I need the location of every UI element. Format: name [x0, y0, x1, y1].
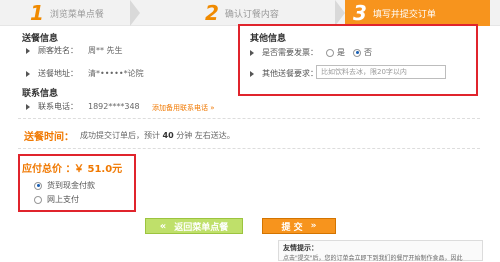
other-requirement-label: 其他送餐要求：	[262, 69, 318, 78]
contact-phone-row: 联系电话： 1892****348	[26, 101, 140, 112]
contact-phone-value: 1892****348	[88, 102, 140, 111]
step-2-number: 2	[205, 1, 219, 25]
section-divider	[18, 118, 480, 119]
step-chevron-icon	[335, 0, 345, 26]
pay-cash-label[interactable]: 货到现金付款	[47, 180, 95, 191]
pay-online-label[interactable]: 网上支付	[47, 194, 79, 205]
bullet-icon	[26, 70, 30, 77]
pay-cash-radio[interactable]	[34, 181, 42, 190]
customer-name-label: 顾客姓名：	[38, 46, 78, 55]
bullet-icon	[250, 49, 254, 56]
customer-name-row: 顾客姓名： 周** 先生	[26, 45, 123, 56]
double-chevron-left-icon: «	[159, 220, 167, 232]
bullet-icon	[26, 103, 30, 110]
customer-name-value: 周** 先生	[88, 46, 123, 55]
invoice-yes-label[interactable]: 是	[337, 47, 345, 58]
delivery-time-after: 分钟 左右送达。	[176, 131, 235, 140]
bullet-icon	[26, 47, 30, 54]
step-3-active: 3 填写并提交订单	[345, 0, 490, 26]
delivery-time-title: 送餐时间：	[24, 132, 74, 143]
pay-online-option[interactable]: 网上支付	[34, 194, 79, 205]
bullet-icon	[250, 70, 254, 77]
step-3-number: 3	[353, 1, 367, 25]
invoice-label: 是否需要发票：	[262, 48, 318, 57]
step-chevron-icon	[130, 0, 140, 26]
step-2-label: 确认订餐内容	[224, 9, 279, 20]
submit-order-button[interactable]: 提 交 »	[262, 218, 336, 234]
step-1-label: 浏览菜单点餐	[49, 9, 104, 20]
delivery-address-label: 送餐地址：	[38, 69, 78, 78]
order-steps-bar: 1 浏览菜单点餐 2 确认订餐内容 3 填写并提交订单	[0, 0, 500, 26]
back-to-menu-label: 返回菜单点餐	[174, 222, 229, 233]
other-info-title: 其他信息	[250, 34, 287, 44]
delivery-time-text: 成功提交订单后，预计 40 分钟 左右送达。	[80, 130, 235, 141]
back-to-menu-button[interactable]: « 返回菜单点餐	[145, 218, 243, 234]
submit-label: 提 交	[281, 222, 303, 233]
step-1: 1 浏览菜单点餐	[30, 0, 104, 26]
hint-title: 友情提示：	[283, 244, 318, 252]
delivery-time-before: 成功提交订单后，预计	[80, 131, 160, 140]
total-price-amount: ￥ 51.0元	[74, 164, 123, 175]
delivery-address-value: 清*•••••*论院	[88, 69, 144, 78]
contact-info-title: 联系信息	[22, 89, 59, 99]
step-2: 2 确认订餐内容	[205, 0, 279, 26]
double-chevron-right-icon: »	[310, 221, 317, 231]
delivery-time-minutes: 40	[162, 131, 174, 140]
invoice-yes-radio[interactable]	[326, 48, 334, 57]
step-1-number: 1	[30, 1, 44, 25]
pay-cash-option[interactable]: 货到现金付款	[34, 180, 95, 191]
delivery-info-title: 送餐信息	[22, 34, 59, 44]
add-backup-phone-link[interactable]: 添加备用联系电话 »	[152, 103, 215, 113]
total-price-label: 应付总价 ：	[22, 164, 76, 175]
other-requirement-input[interactable]: 比如饮料去冰，限20字以内	[316, 65, 446, 79]
pay-online-radio[interactable]	[34, 195, 42, 204]
step-3-label: 填写并提交订单	[372, 9, 436, 20]
delivery-address-row: 送餐地址： 清*•••••*论院	[26, 68, 144, 79]
friendly-hint-panel: 友情提示： 点击"提交"后，您的订单会立即下到我们的餐厅开始制作食品，因此	[278, 240, 483, 262]
invoice-no-label[interactable]: 否	[364, 47, 372, 58]
invoice-row: 是否需要发票： 是 否	[250, 47, 372, 58]
other-requirement-row: 其他送餐要求：	[250, 68, 318, 79]
invoice-no-radio[interactable]	[353, 48, 361, 57]
section-divider	[18, 148, 480, 149]
contact-phone-label: 联系电话：	[38, 102, 78, 111]
